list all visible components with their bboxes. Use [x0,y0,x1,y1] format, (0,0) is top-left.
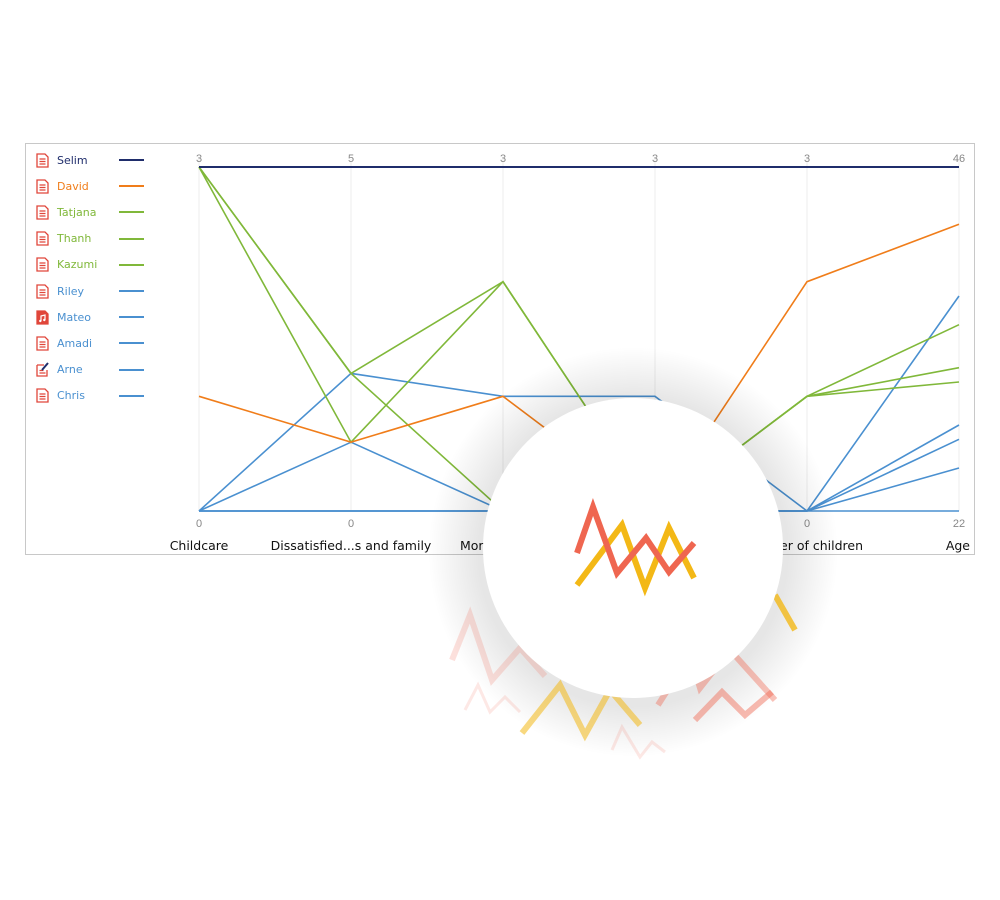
parallel-coordinates-chart: 3 0 Childcare 5 0 Dissatisfied...s and family… [170,153,971,553]
axis-min-label: 0 [196,518,202,530]
axis-max-label: 3 [500,153,506,165]
axis-title: Childcare [170,538,229,553]
axis-max-label: 3 [196,153,202,165]
axis-max-label: 46 [953,153,965,165]
axis-min-label: 0 [804,518,810,530]
series-line-riley [198,295,960,513]
axis-title: Age [946,538,970,553]
axis-max-label: 3 [804,153,810,165]
axis-title: ber of children [772,538,863,553]
series-line-mateo [198,424,960,512]
axis-max-label: 3 [652,153,658,165]
axis-title: Dissatisfied...s and family [271,538,432,553]
axis-min-label: 22 [953,518,965,530]
axis-title: Mor [460,538,484,553]
series-line-david [198,223,960,513]
axis-min-label: 0 [348,518,354,530]
axis-max-label: 5 [348,153,354,165]
